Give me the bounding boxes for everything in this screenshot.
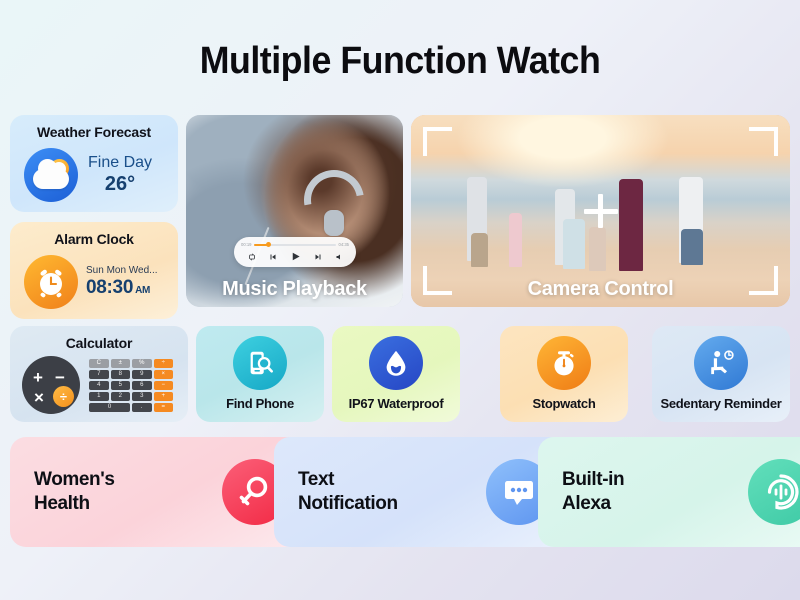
weather-readout: Fine Day 26° (88, 154, 152, 195)
camera-panel-label: Camera Control (527, 278, 674, 300)
repeat-icon[interactable] (248, 253, 256, 261)
alarm-clock-card[interactable]: Alarm Clock Sun Mon Wed... 08:30 AM (10, 222, 178, 319)
calc-key[interactable]: 1 (89, 391, 109, 401)
bottom-card-label: Built-in Alexa (562, 468, 625, 516)
alarm-card-title: Alarm Clock (54, 231, 134, 247)
calculator-card-title: Calculator (65, 335, 133, 351)
calc-key[interactable]: 8 (110, 369, 130, 379)
calc-key[interactable]: − (153, 380, 173, 390)
person-figure (471, 233, 488, 267)
person-figure (563, 219, 585, 269)
plus-symbol: + (33, 368, 43, 387)
bottom-card-label-line1: Text (298, 469, 335, 491)
calc-key[interactable]: + (153, 391, 173, 401)
weather-card-title: Weather Forecast (36, 124, 152, 140)
alarm-time-row: 08:30 AM (86, 277, 158, 300)
music-duration-time: 04:35 (338, 242, 349, 247)
calc-key[interactable]: ± (110, 358, 130, 368)
poster-canvas: Multiple Function Watch Weather Forecast… (0, 0, 800, 600)
calc-key[interactable]: × (153, 369, 173, 379)
feature-card-find-phone[interactable]: Find Phone (196, 326, 324, 422)
minus-symbol: − (55, 368, 65, 387)
weather-condition: Fine Day (88, 154, 153, 172)
music-progress-bar[interactable] (254, 242, 336, 247)
viewfinder-corner-top-right-icon (749, 127, 778, 156)
phone-search-icon (233, 335, 287, 390)
alarm-days: Sun Mon Wed... (86, 264, 158, 276)
feature-label: Find Phone (226, 395, 294, 411)
person-figure (619, 179, 643, 271)
music-progress-row[interactable]: 00:19 04:35 (234, 240, 356, 249)
calc-key[interactable]: 5 (110, 380, 130, 390)
music-player-widget[interactable]: 00:19 04:35 (234, 237, 356, 267)
viewfinder-corner-top-left-icon (423, 127, 452, 156)
stopwatch-icon (537, 335, 591, 390)
calc-key[interactable]: . (132, 402, 152, 412)
person-figure (589, 227, 606, 271)
music-progress-handle[interactable] (265, 242, 271, 247)
bottom-card-text-notification[interactable]: Text Notification (274, 437, 576, 547)
play-icon[interactable] (290, 251, 301, 262)
calc-key[interactable]: 2 (110, 391, 130, 401)
feature-card-ip67-waterproof[interactable]: IP67 Waterproof (332, 326, 460, 422)
music-controls-row[interactable] (234, 249, 356, 264)
calc-key[interactable]: C (89, 358, 109, 368)
page-title: Multiple Function Watch (199, 40, 601, 82)
calc-key[interactable]: 4 (89, 380, 109, 390)
feature-card-stopwatch[interactable]: Stopwatch (500, 326, 628, 422)
feature-label: Stopwatch (532, 395, 596, 411)
cloud-shape (33, 159, 69, 189)
previous-track-icon[interactable] (269, 253, 277, 261)
bottom-card-label: Text Notification (298, 468, 398, 516)
alarm-card-body: Sun Mon Wed... 08:30 AM (10, 255, 178, 309)
music-panel-label: Music Playback (222, 278, 367, 300)
calc-key[interactable]: 6 (132, 380, 152, 390)
calculator-icon: + − × ÷ (22, 356, 80, 414)
seated-person-clock-icon (694, 335, 748, 390)
music-elapsed-time: 00:19 (241, 242, 252, 247)
bottom-card-label: Women's Health (34, 468, 115, 516)
calculator-card-body: + − × ÷ C ± % ÷ 7 8 9 × 4 5 6 − 1 2 3 + … (10, 356, 188, 414)
calc-key[interactable]: 7 (89, 369, 109, 379)
person-figure (681, 229, 703, 265)
weather-forecast-card[interactable]: Weather Forecast Fine Day 26° (10, 115, 178, 212)
water-drop-icon (369, 335, 423, 390)
alarm-clock-icon (24, 255, 78, 309)
feature-label: IP67 Waterproof (348, 395, 444, 411)
music-playback-panel[interactable]: 00:19 04:35 Music Playback (186, 115, 403, 307)
bottom-card-label-line1: Built-in (562, 469, 625, 491)
alarm-readout: Sun Mon Wed... 08:30 AM (86, 265, 158, 300)
camera-control-panel[interactable]: Camera Control (411, 115, 790, 307)
alexa-waveform-icon (748, 459, 800, 525)
next-track-icon[interactable] (314, 253, 322, 261)
bottom-card-builtin-alexa[interactable]: Built-in Alexa (538, 437, 800, 547)
bottom-card-label-line2: Alexa (562, 493, 611, 514)
headphone-earcup-shape (324, 210, 344, 236)
calc-key[interactable]: = (153, 402, 173, 412)
calc-key[interactable]: ÷ (153, 358, 173, 368)
divide-symbol: ÷ (53, 386, 74, 407)
bottom-card-womens-health[interactable]: Women's Health (10, 437, 312, 547)
bottom-card-label-line1: Women's (34, 469, 115, 491)
weather-card-body: Fine Day 26° (10, 148, 178, 202)
times-symbol: × (34, 388, 44, 407)
feature-label: Sedentary Reminder (660, 395, 782, 411)
calc-key[interactable]: 0 (89, 402, 130, 412)
calculator-keypad[interactable]: C ± % ÷ 7 8 9 × 4 5 6 − 1 2 3 + 0 . = (89, 358, 173, 412)
bottom-card-label-line2: Notification (298, 493, 398, 514)
calc-key[interactable]: % (132, 358, 152, 368)
sun-cloud-icon (24, 148, 78, 202)
camera-crosshair-icon (583, 194, 618, 228)
alarm-meridiem: AM (135, 284, 151, 296)
person-figure (509, 213, 522, 267)
weather-temperature: 26° (104, 172, 136, 195)
calc-key[interactable]: 9 (132, 369, 152, 379)
volume-icon[interactable] (335, 253, 343, 261)
calculator-card[interactable]: Calculator + − × ÷ C ± % ÷ 7 8 9 × 4 5 6… (10, 326, 188, 422)
bottom-card-label-line2: Health (34, 493, 90, 514)
calc-key[interactable]: 3 (132, 391, 152, 401)
alarm-time: 08:30 (86, 276, 134, 298)
feature-card-sedentary-reminder[interactable]: Sedentary Reminder (652, 326, 790, 422)
